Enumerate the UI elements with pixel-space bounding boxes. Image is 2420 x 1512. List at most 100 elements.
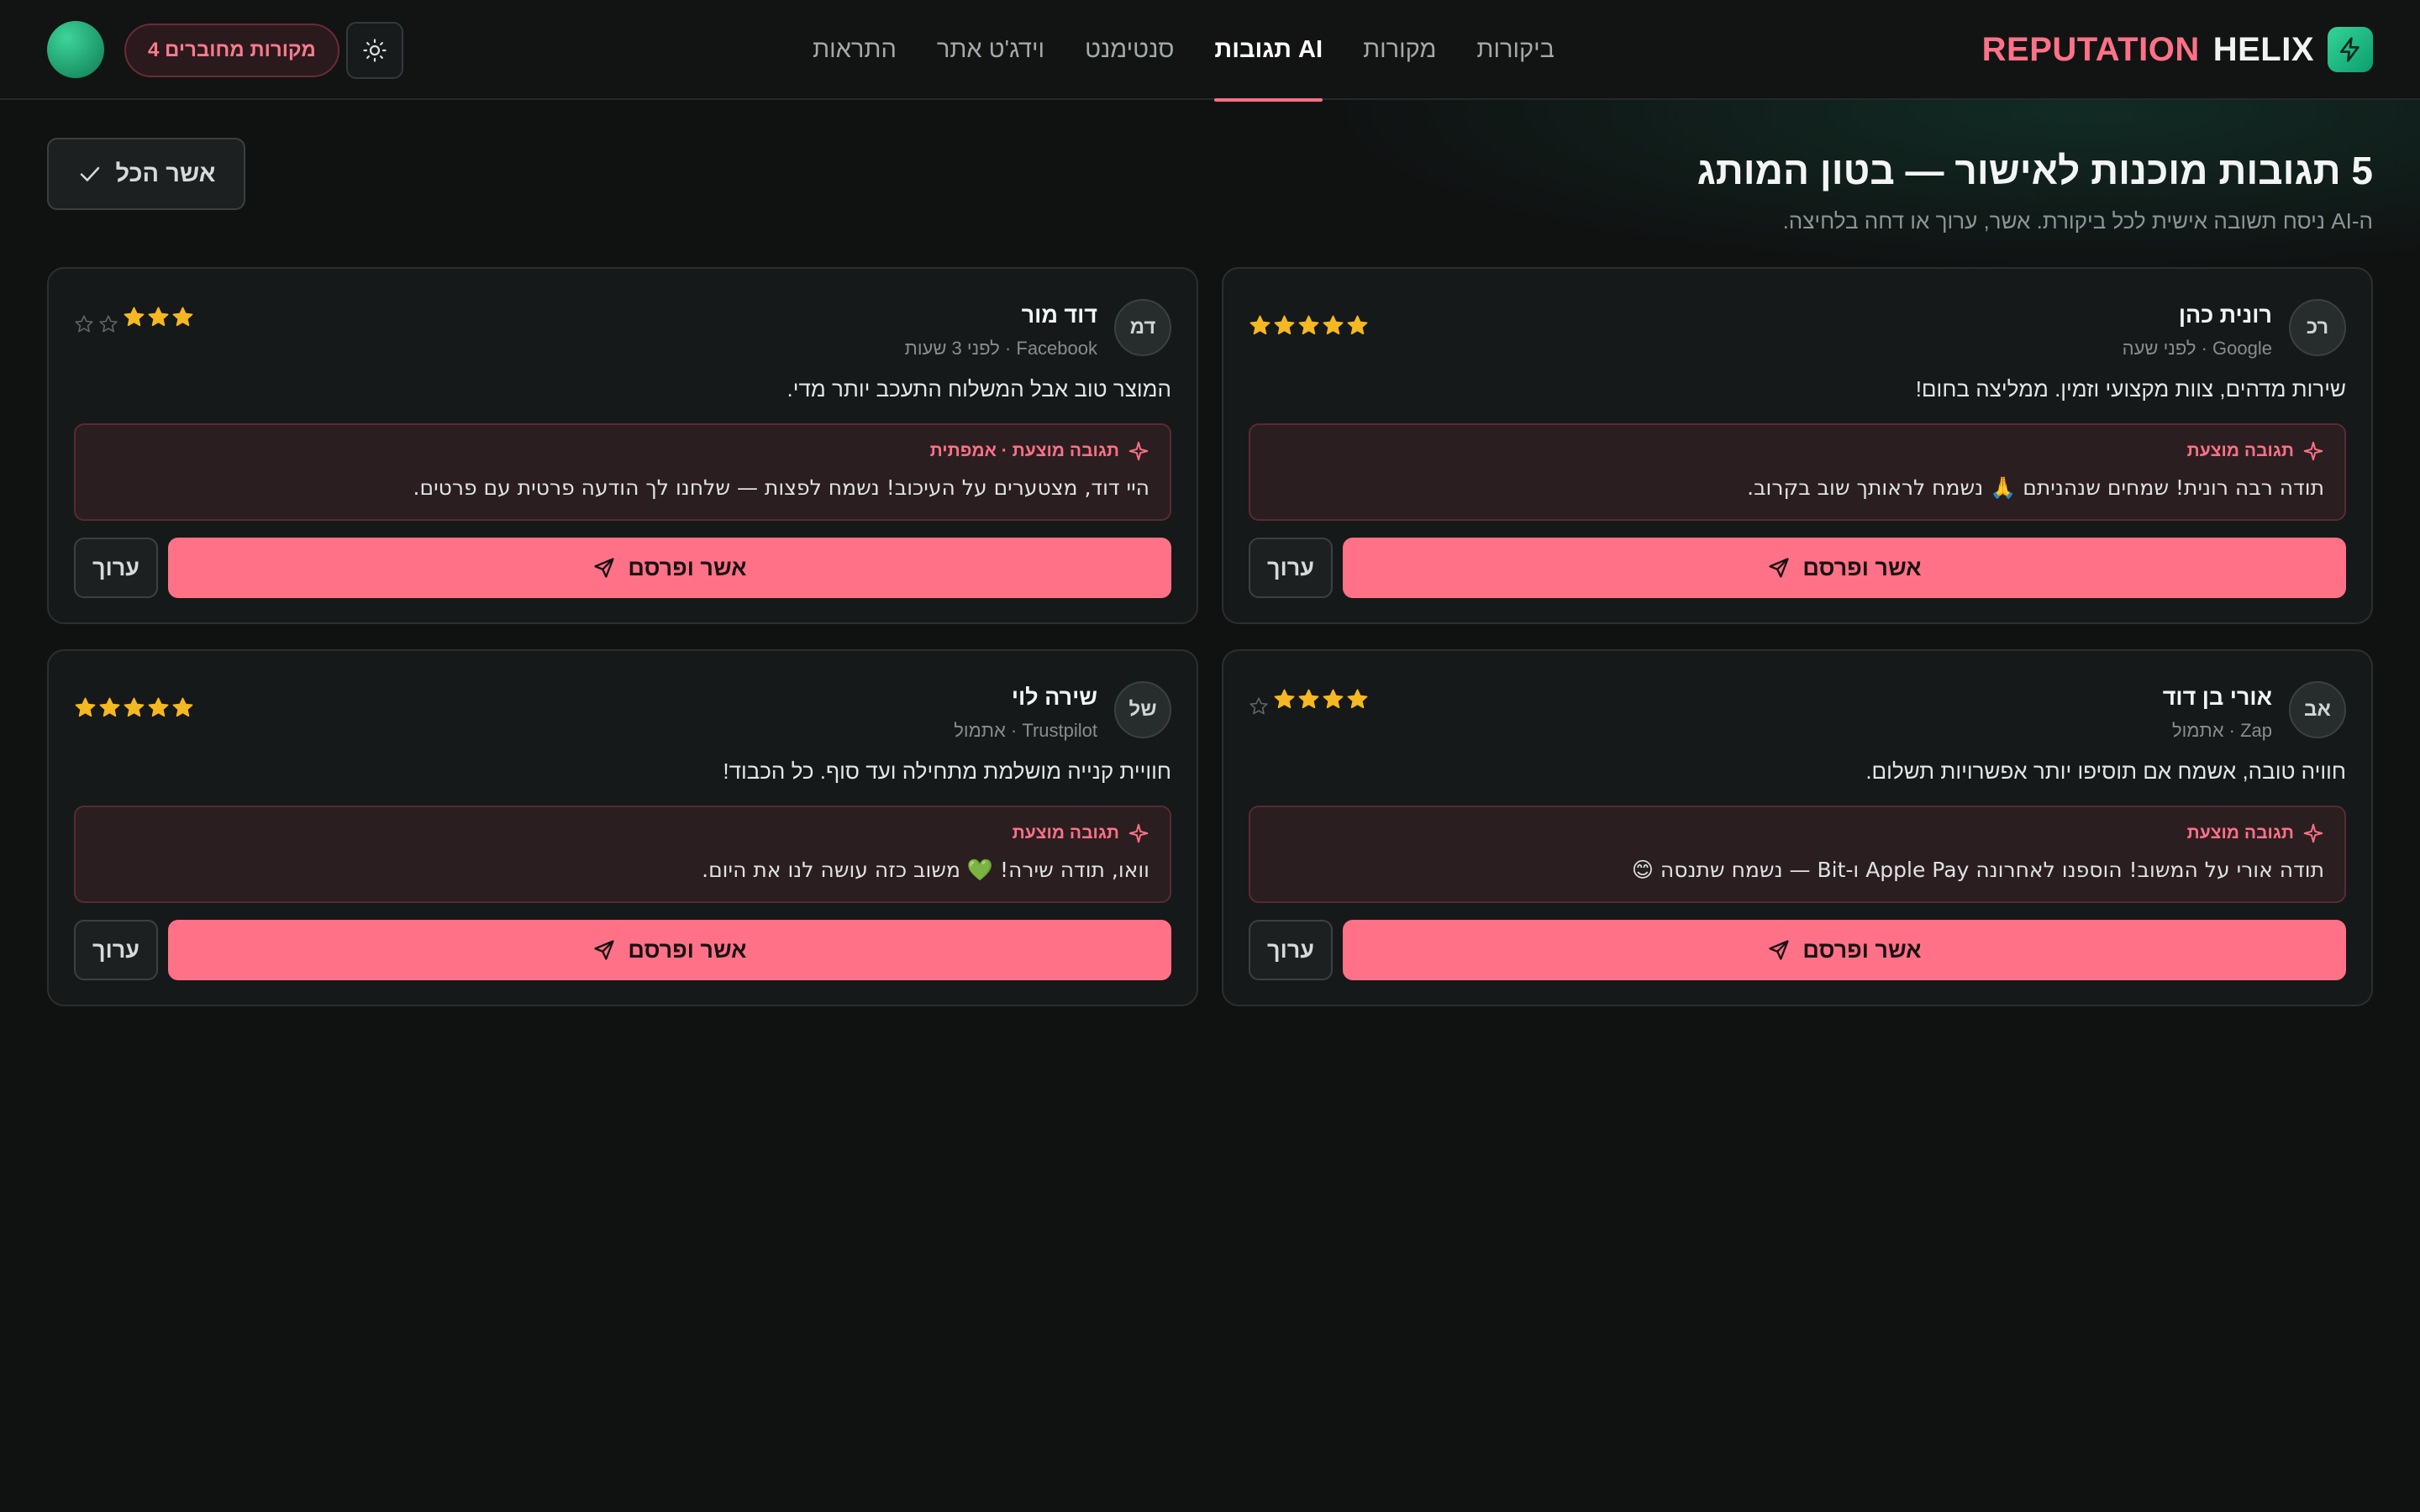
- reviewer-avatar: רכ: [2289, 299, 2346, 356]
- star-empty-icon: [1249, 696, 1271, 719]
- star-filled-icon: [147, 306, 170, 328]
- star-filled-icon: [147, 696, 170, 719]
- approve-publish-label: אשר ופרסם: [1802, 554, 1922, 580]
- star-empty-icon: [74, 314, 97, 337]
- review-meta: Trustpilot · אתמול: [954, 720, 1097, 741]
- page-title: 5 תגובות מוכנות לאישור — בטון המותג: [1697, 149, 2373, 192]
- suggested-reply-box[interactable]: תגובה מוצעת · אמפתית היי דוד, מצטערים על…: [74, 423, 1171, 521]
- sparkle-icon: [1128, 823, 1149, 843]
- sparkle-icon: [2303, 441, 2323, 461]
- send-icon: [1769, 940, 1790, 960]
- logo-word-helix: HELIX: [2212, 30, 2314, 68]
- reviewer-name: רונית כהן: [2178, 302, 2272, 328]
- theme-toggle-button[interactable]: [346, 22, 403, 79]
- star-filled-icon: [1273, 688, 1296, 711]
- star-filled-icon: [1273, 314, 1296, 337]
- review-card: של שירה לוי Trustpilot · אתמול חוויית קנ…: [47, 649, 1198, 1006]
- star-filled-icon: [171, 306, 194, 328]
- approve-publish-button[interactable]: אשר ופרסם: [1343, 920, 2346, 980]
- approve-publish-button[interactable]: אשר ופרסם: [168, 538, 1171, 598]
- reviewer-avatar: דמ: [1114, 299, 1171, 356]
- nav-ai-responses[interactable]: תגובות AI: [1214, 0, 1323, 102]
- star-filled-icon: [1346, 688, 1369, 711]
- nav-sources[interactable]: מקורות: [1363, 0, 1436, 100]
- suggested-reply-label: תגובה מוצעת: [2186, 441, 2294, 460]
- star-empty-icon: [98, 314, 121, 337]
- approve-publish-button[interactable]: אשר ופרסם: [168, 920, 1171, 980]
- reviewer-name: שירה לוי: [1011, 685, 1097, 710]
- star-filled-icon: [1322, 314, 1344, 337]
- check-icon: [80, 166, 99, 181]
- edit-button[interactable]: ערוך: [1249, 538, 1333, 598]
- review-card: אב אורי בן דוד Zap · אתמול חוויה טובה, א…: [1222, 649, 2373, 1006]
- reviewer-name: דוד מור: [1021, 302, 1097, 328]
- star-filled-icon: [1249, 314, 1271, 337]
- review-text: חוויית קנייה מושלמת מתחילה ועד סוף. כל ה…: [723, 759, 1171, 784]
- edit-button[interactable]: ערוך: [74, 920, 158, 980]
- approve-publish-label: אשר ופרסם: [628, 937, 747, 963]
- review-text: שירות מדהים, צוות מקצועי וזמין. ממליצה ב…: [1915, 376, 2346, 402]
- nav-alerts[interactable]: התראות: [813, 0, 897, 100]
- logo[interactable]: REPUTATION HELIX: [1982, 27, 2373, 72]
- suggested-reply-text: וואו, תודה שירה! 💚 משוב כזה עושה לנו את …: [702, 858, 1150, 882]
- reviewer-name: אורי בן דוד: [2162, 685, 2272, 710]
- review-text: חוויה טובה, אשמח אם תוסיפו יותר אפשרויות…: [1865, 759, 2346, 784]
- suggested-reply-label: תגובה מוצעת · אמפתית: [929, 441, 1119, 460]
- top-bar: REPUTATION HELIX ביקורות מקורות תגובות A…: [0, 0, 2420, 102]
- review-meta: Facebook · לפני 3 שעות: [904, 338, 1097, 359]
- review-card: רכ רונית כהן Google · לפני שעה שירות מדה…: [1222, 267, 2373, 624]
- review-text: המוצר טוב אבל המשלוח התעכב יותר מדי.: [786, 376, 1171, 402]
- review-meta: Zap · אתמול: [2172, 720, 2272, 741]
- page-subtitle: ה-AI ניסח תשובה אישית לכל ביקורת. אשר, ע…: [1782, 208, 2373, 234]
- suggested-reply-box[interactable]: תגובה מוצעת תודה אורי על המשוב! הוספנו ל…: [1249, 806, 2346, 903]
- approve-all-button[interactable]: אשר הכל: [47, 138, 245, 210]
- star-filled-icon: [171, 696, 194, 719]
- reviewer-avatar: אב: [2289, 681, 2346, 738]
- star-filled-icon: [1297, 688, 1320, 711]
- star-filled-icon: [123, 306, 145, 328]
- star-rating: [74, 696, 194, 719]
- bolt-icon: [2328, 27, 2373, 72]
- user-avatar[interactable]: [47, 21, 104, 78]
- suggested-reply-box[interactable]: תגובה מוצעת תודה רבה רונית! שמחים שנהנית…: [1249, 423, 2346, 521]
- star-rating: [1249, 688, 1369, 719]
- sparkle-icon: [1128, 441, 1149, 461]
- nav-reviews[interactable]: ביקורות: [1476, 0, 1555, 100]
- logo-text: REPUTATION HELIX: [1982, 31, 2314, 69]
- star-rating: [74, 306, 194, 337]
- approve-all-label: אשר הכל: [115, 160, 216, 187]
- review-card: דמ דוד מור Facebook · לפני 3 שעות המוצר …: [47, 267, 1198, 624]
- approve-publish-label: אשר ופרסם: [1802, 937, 1922, 963]
- suggested-reply-header: תגובה מוצעת · אמפתית: [930, 440, 1150, 462]
- reviewer-avatar: של: [1114, 681, 1171, 738]
- connected-sources-badge[interactable]: 4 מקורות מחוברים: [124, 24, 339, 77]
- suggested-reply-text: היי דוד, מצטערים על העיכוב! נשמח לפצות —…: [413, 475, 1150, 500]
- suggested-reply-text: תודה רבה רונית! שמחים שנהניתם 🙏 נשמח לרא…: [1747, 475, 2324, 500]
- nav-sentiment[interactable]: סנטימנט: [1085, 0, 1174, 100]
- suggested-reply-header: תגובה מוצעת: [2187, 822, 2324, 844]
- star-filled-icon: [123, 696, 145, 719]
- suggested-reply-box[interactable]: תגובה מוצעת וואו, תודה שירה! 💚 משוב כזה …: [74, 806, 1171, 903]
- star-filled-icon: [1297, 314, 1320, 337]
- suggested-reply-text: תודה אורי על המשוב! הוספנו לאחרונה Apple…: [1631, 858, 2324, 882]
- suggested-reply-header: תגובה מוצעת: [2187, 440, 2324, 462]
- edit-button[interactable]: ערוך: [1249, 920, 1333, 980]
- approve-publish-label: אשר ופרסם: [628, 554, 747, 580]
- edit-button[interactable]: ערוך: [74, 538, 158, 598]
- main-nav: ביקורות מקורות תגובות AI סנטימנט וידג'ט …: [813, 0, 1555, 102]
- suggested-reply-header: תגובה מוצעת: [1013, 822, 1150, 844]
- send-icon: [594, 558, 615, 578]
- send-icon: [1769, 558, 1790, 578]
- approve-publish-button[interactable]: אשר ופרסם: [1343, 538, 2346, 598]
- suggested-reply-label: תגובה מוצעת: [1012, 823, 1119, 843]
- sun-icon: [363, 39, 387, 62]
- sparkle-icon: [2303, 823, 2323, 843]
- nav-site-widget[interactable]: וידג'ט אתר: [937, 0, 1044, 100]
- star-rating: [1249, 314, 1369, 337]
- send-icon: [594, 940, 615, 960]
- star-filled-icon: [1346, 314, 1369, 337]
- star-filled-icon: [1322, 688, 1344, 711]
- page: REPUTATION HELIX ביקורות מקורות תגובות A…: [0, 0, 2420, 1512]
- star-filled-icon: [74, 696, 97, 719]
- suggested-reply-label: תגובה מוצעת: [2186, 823, 2294, 843]
